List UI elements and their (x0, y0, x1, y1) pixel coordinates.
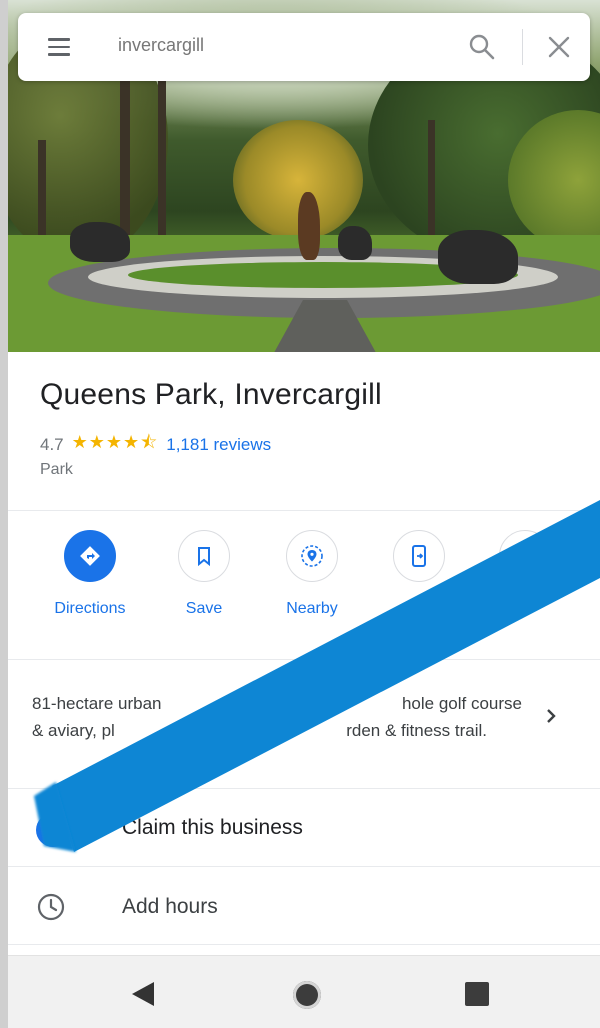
send-to-phone-label: Se (409, 600, 429, 617)
save-label: Save (185, 600, 223, 617)
search-icon[interactable] (468, 33, 496, 61)
reviews-link[interactable]: 1,181 reviews (166, 435, 271, 455)
nearby-button[interactable]: Nearby (257, 530, 367, 618)
description-text: 81-hectare urban (32, 694, 162, 713)
claim-business-row[interactable]: Claim this business (122, 816, 303, 840)
divider (8, 788, 600, 789)
clock-icon (37, 893, 65, 921)
place-title: Queens Park, Invercargill (40, 378, 382, 411)
search-bar[interactable]: invercargill (18, 13, 590, 81)
nearby-icon (301, 545, 323, 567)
home-icon[interactable] (293, 981, 321, 1009)
divider (8, 510, 600, 511)
claim-business-icon (36, 813, 70, 847)
directions-icon (80, 546, 100, 566)
send-to-phone-icon (412, 545, 426, 567)
directions-button[interactable]: Directions (35, 530, 145, 618)
add-hours-row[interactable]: Add hours (122, 895, 218, 919)
share-button[interactable] (470, 530, 580, 600)
chevron-right-icon[interactable] (542, 706, 560, 726)
share-icon (517, 547, 533, 565)
close-icon[interactable] (546, 34, 572, 60)
description-text: hole golf course (401, 694, 522, 713)
description-text: & aviary, pl (32, 721, 115, 740)
nearby-label: Nearby (286, 600, 338, 617)
rating-stars: ★★★★⯪ (71, 432, 159, 452)
menu-icon[interactable] (48, 38, 70, 56)
action-bar: Directions Save Nearby Se (8, 530, 600, 640)
directions-label: Directions (54, 600, 126, 617)
recents-icon[interactable] (465, 982, 489, 1006)
place-description[interactable]: 81-hectare urban hole golf course & avia… (32, 690, 522, 744)
description-text: rden & fitness trail. (346, 721, 487, 740)
sculpture (70, 222, 130, 262)
divider (8, 659, 600, 660)
maps-screen: invercargill Queens Park, Invercargill 4… (8, 0, 600, 1028)
divider (8, 866, 600, 867)
send-to-phone-button[interactable]: Se (364, 530, 474, 618)
sculpture (438, 230, 518, 284)
sculpture (298, 192, 320, 260)
divider (8, 944, 600, 945)
divider (522, 29, 523, 65)
rating-row: 4.7 ★★★★⯪ 1,181 reviews (40, 430, 271, 460)
rating-value: 4.7 (40, 435, 64, 454)
save-button[interactable]: Save (149, 530, 259, 618)
back-icon[interactable] (130, 980, 156, 1008)
bookmark-icon (198, 547, 210, 567)
place-category: Park (40, 461, 73, 478)
sculpture (338, 226, 372, 260)
system-nav-bar (8, 955, 600, 1028)
search-input[interactable]: invercargill (118, 35, 204, 56)
